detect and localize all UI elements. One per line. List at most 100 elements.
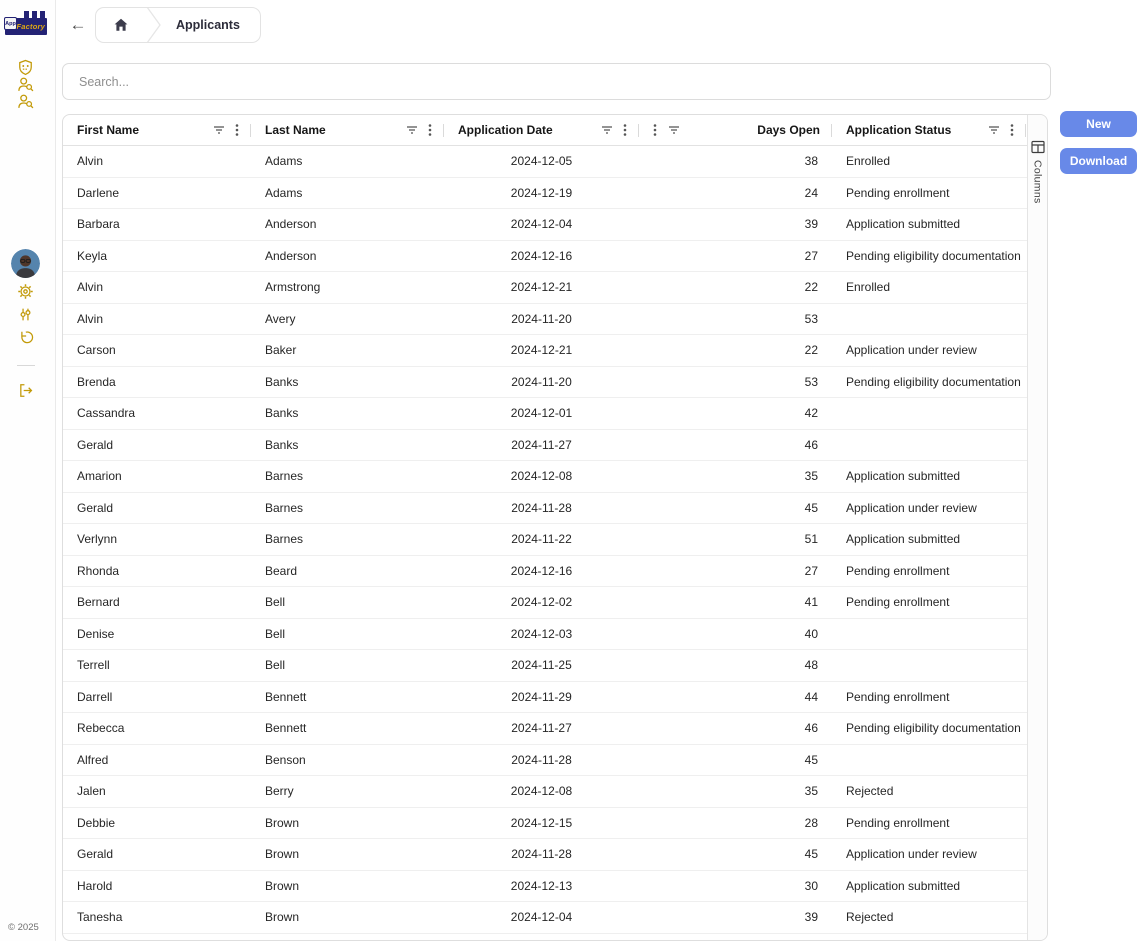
table-row[interactable]: TerrellBell2024-11-2548 <box>63 650 1027 682</box>
table-row[interactable]: KeylaAnderson2024-12-1627Pending eligibi… <box>63 241 1027 273</box>
cell-last: Brown <box>251 839 444 870</box>
columns-panel-label: Columns <box>1032 160 1044 204</box>
cell-status: Pending enrollment <box>832 556 1026 587</box>
filter-icon[interactable] <box>667 123 681 137</box>
cell-date: 2024-11-28 <box>444 745 639 776</box>
filter-icon[interactable] <box>405 123 419 137</box>
table-row[interactable]: GeraldBarnes2024-11-2845Application unde… <box>63 493 1027 525</box>
table-row[interactable]: AlvinArmstrong2024-12-2122Enrolled <box>63 272 1027 304</box>
cell-last: Bennett <box>251 682 444 713</box>
cell-status: Application submitted <box>832 524 1026 555</box>
column-menu-icon[interactable] <box>235 123 239 137</box>
app-factory-logo[interactable]: Factory App <box>4 7 48 38</box>
cell-last: Benson <box>251 745 444 776</box>
cell-first: Debbie <box>63 808 251 839</box>
cell-days: 42 <box>639 398 832 429</box>
table-row[interactable]: AlvinAdams2024-12-0538Enrolled <box>63 146 1027 178</box>
cell-date: 2024-12-21 <box>444 272 639 303</box>
cell-first: Amarion <box>63 461 251 492</box>
table-row[interactable]: GeraldBanks2024-11-2746 <box>63 430 1027 462</box>
history-icon[interactable] <box>17 329 34 346</box>
table-row[interactable]: DebbieBrown2024-12-1528Pending enrollmen… <box>63 808 1027 840</box>
column-menu-icon[interactable] <box>1010 123 1014 137</box>
column-menu-icon[interactable] <box>653 123 657 137</box>
cell-days: 41 <box>639 587 832 618</box>
cell-last: Bell <box>251 650 444 681</box>
new-button[interactable]: New <box>1060 111 1137 137</box>
cell-days: 22 <box>639 272 832 303</box>
cell-first: Barbara <box>63 209 251 240</box>
filter-icon[interactable] <box>600 123 614 137</box>
column-header-application-status[interactable]: Application Status <box>832 115 1026 146</box>
home-icon <box>113 17 129 33</box>
logout-icon[interactable] <box>17 382 34 399</box>
cell-days: 45 <box>639 493 832 524</box>
table-row[interactable]: DeniseBell2024-12-0340 <box>63 619 1027 651</box>
settings-gear-icon[interactable] <box>17 283 34 300</box>
cell-days: 39 <box>639 902 832 933</box>
table-row[interactable]: RebeccaBennett2024-11-2746Pending eligib… <box>63 713 1027 745</box>
column-menu-icon[interactable] <box>623 123 627 137</box>
table-row[interactable]: BernardBell2024-12-0241Pending enrollmen… <box>63 587 1027 619</box>
column-header-days-open[interactable]: Days Open <box>639 115 832 146</box>
columns-panel-toggle[interactable]: Columns <box>1027 115 1047 940</box>
filter-icon[interactable] <box>212 123 226 137</box>
cell-last: Armstrong <box>251 272 444 303</box>
user-search-icon[interactable] <box>17 93 34 110</box>
cell-date: 2024-12-04 <box>444 209 639 240</box>
table-row[interactable]: BarbaraAnderson2024-12-0439Application s… <box>63 209 1027 241</box>
cell-last: Berry <box>251 776 444 807</box>
cell-status: Rejected <box>832 776 1026 807</box>
breadcrumb-current[interactable]: Applicants <box>162 18 260 32</box>
cell-days: 45 <box>639 745 832 776</box>
cell-last: Bennett <box>251 713 444 744</box>
cell-status: Pending eligibility documentation <box>832 367 1026 398</box>
cell-status: Pending enrollment <box>832 808 1026 839</box>
cell-status: Pending enrollment <box>832 682 1026 713</box>
cell-date: 2024-12-08 <box>444 776 639 807</box>
table-row[interactable]: AmarionBarnes2024-12-0835Application sub… <box>63 461 1027 493</box>
cell-last: Bell <box>251 619 444 650</box>
cell-status: Application submitted <box>832 461 1026 492</box>
table-row[interactable]: BrendaBanks2024-11-2053Pending eligibili… <box>63 367 1027 399</box>
table-row[interactable]: DarleneAdams2024-12-1924Pending enrollme… <box>63 178 1027 210</box>
cell-last: Adams <box>251 146 444 177</box>
user-search-icon[interactable] <box>17 76 34 93</box>
download-button[interactable]: Download <box>1060 148 1137 174</box>
cell-status: Pending eligibility documentation <box>832 241 1026 272</box>
sliders-icon[interactable] <box>17 306 34 323</box>
table-row[interactable]: RhondaBeard2024-12-1627Pending enrollmen… <box>63 556 1027 588</box>
data-grid: First Name Last Name <box>63 115 1027 940</box>
search-input[interactable] <box>62 63 1051 100</box>
shield-bot-icon[interactable] <box>17 59 34 76</box>
breadcrumb-home[interactable] <box>96 8 146 42</box>
column-header-application-date[interactable]: Application Date <box>444 115 639 146</box>
table-row[interactable]: AlfredBenson2024-11-2845 <box>63 745 1027 777</box>
cell-last: Barnes <box>251 461 444 492</box>
filter-icon[interactable] <box>987 123 1001 137</box>
table-row[interactable]: CarsonBaker2024-12-2122Application under… <box>63 335 1027 367</box>
user-avatar[interactable] <box>11 249 40 278</box>
column-header-first-name[interactable]: First Name <box>63 115 251 146</box>
cell-date: 2024-12-13 <box>444 871 639 902</box>
column-label: Application Status <box>846 123 951 137</box>
table-row[interactable]: HaroldBrown2024-12-1330Application submi… <box>63 871 1027 903</box>
table-row[interactable]: GeraldBrown2024-11-2845Application under… <box>63 839 1027 871</box>
back-button[interactable]: ← <box>68 15 88 35</box>
column-header-last-name[interactable]: Last Name <box>251 115 444 146</box>
cell-status <box>832 650 1026 681</box>
table-row[interactable]: CassandraBanks2024-12-0142 <box>63 398 1027 430</box>
breadcrumb-chevron-icon <box>146 7 162 43</box>
table-row[interactable]: DarrellBennett2024-11-2944Pending enroll… <box>63 682 1027 714</box>
table-row[interactable]: JalenBerry2024-12-0835Rejected <box>63 776 1027 808</box>
columns-panel-icon <box>1031 140 1045 154</box>
cell-last: Brown <box>251 808 444 839</box>
cell-days: 38 <box>639 146 832 177</box>
table-row[interactable]: AlvinAvery2024-11-2053 <box>63 304 1027 336</box>
cell-date: 2024-11-20 <box>444 367 639 398</box>
table-row[interactable]: TaneshaBrown2024-12-0439Rejected <box>63 902 1027 934</box>
table-row[interactable]: VerlynnBarnes2024-11-2251Application sub… <box>63 524 1027 556</box>
column-menu-icon[interactable] <box>428 123 432 137</box>
cell-days: 51 <box>639 524 832 555</box>
cell-last: Banks <box>251 398 444 429</box>
